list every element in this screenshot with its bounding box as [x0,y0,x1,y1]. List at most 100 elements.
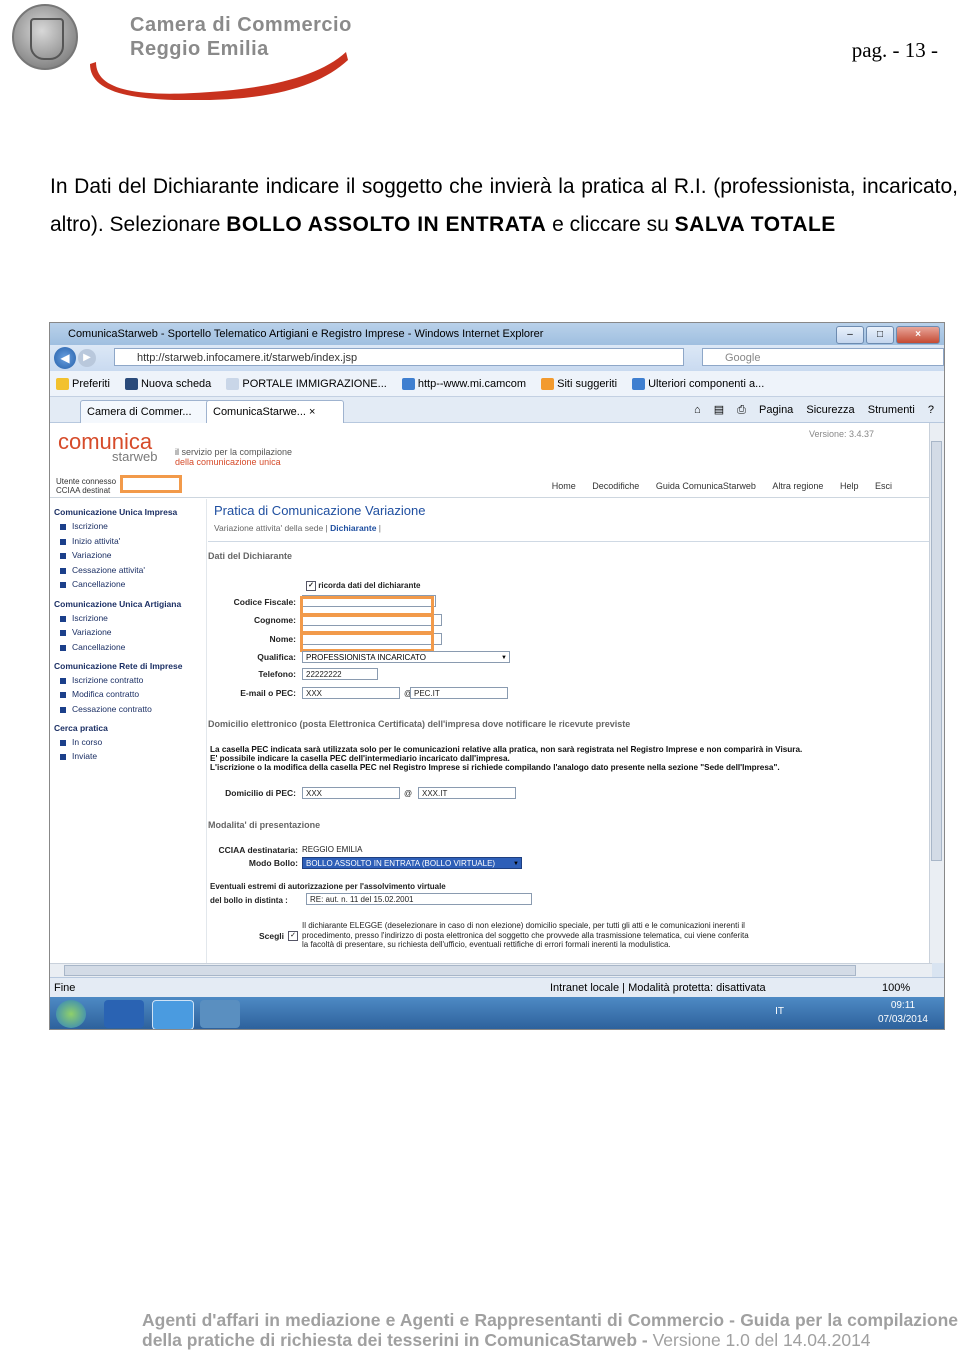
horizontal-scrollbar[interactable] [50,963,932,978]
sidebar-item-cancellazione[interactable]: Cancellazione [60,579,125,589]
favorite-link-portale[interactable]: PORTALE IMMIGRAZIONE... [226,371,387,397]
vertical-scroll-thumb[interactable] [931,441,942,861]
domicilio-user-input[interactable]: XXX [302,787,400,799]
favorites-bar: Preferiti Nuova scheda PORTALE IMMIGRAZI… [50,371,944,397]
command-bar: ⌂ ▤ ⎙ Pagina Sicurezza Strumenti ? [684,397,934,423]
favorite-label: http--www.mi.camcom [417,378,527,390]
app-sidebar: Comunicazione Unica Impresa Iscrizione I… [50,499,207,963]
email-user-input[interactable]: XXX [302,687,400,699]
word-icon[interactable] [104,1000,144,1028]
scegli-label: Scegli [258,931,284,941]
nav-home[interactable]: Home [552,481,576,491]
window-titlebar: ComunicaStarweb - Sportello Telematico A… [50,323,944,345]
domicilio-domain-input[interactable]: XXX.IT [418,787,516,799]
ricorda-row: ✓ ricorda dati del dichiarante [306,581,420,591]
language-indicator[interactable]: IT [775,1006,784,1017]
close-button[interactable]: × [896,326,940,344]
sidebar-item-cancellazione-art[interactable]: Cancellazione [60,642,125,652]
sidebar-item-variazione[interactable]: Variazione [60,550,112,560]
elegge-line-2: procedimento, presso l'indirizzo di post… [302,931,749,940]
search-input[interactable]: Google [702,348,944,366]
tab-camera[interactable]: Camera di Commer... [80,400,216,423]
ricorda-label: ricorda dati del dichiarante [318,581,421,591]
clock-date: 07/03/2014 [877,1014,928,1025]
start-button[interactable] [56,1000,86,1028]
sidebar-item-cessazione-contratto[interactable]: Cessazione contratto [60,704,152,714]
bollo-select[interactable]: BOLLO ASSOLTO IN ENTRATA (BOLLO VIRTUALE… [302,857,522,870]
section-modalita: Modalita' di presentazione [208,820,321,830]
zoom-level[interactable]: 100% [882,978,910,998]
redaction-box-user [120,475,182,493]
sidebar-group-impresa: Comunicazione Unica Impresa [54,507,178,517]
sidebar-item-iscrizione[interactable]: Iscrizione [60,521,108,531]
ie-icon [401,378,415,391]
url-input[interactable]: http://starweb.infocamere.it/starweb/ind… [114,348,684,366]
horizontal-scroll-thumb[interactable] [64,965,856,976]
minimize-button[interactable]: – [836,326,864,344]
nav-help[interactable]: Help [840,481,859,491]
nav-esci[interactable]: Esci [875,481,892,491]
favorite-label: Ulteriori componenti a... [648,378,765,390]
maximize-button[interactable]: □ [866,326,894,344]
qualifica-select[interactable]: PROFESSIONISTA INCARICATO [302,651,510,664]
nav-decodifiche[interactable]: Decodifiche [592,481,639,491]
telefono-input[interactable]: 22222222 [302,668,378,680]
sidebar-item-inviate[interactable]: Inviate [60,751,97,761]
forward-arrow-icon[interactable]: ▶ [78,349,96,367]
sidebar-item-cessazione[interactable]: Cessazione attivita' [60,565,145,575]
tools-menu[interactable]: Strumenti [868,397,915,423]
header-divider [50,497,932,498]
page-icon [226,378,240,391]
favorite-link-new-tab[interactable]: Nuova scheda [124,371,212,397]
intro-paragraph: In Dati del Dichiarante indicare il sogg… [50,168,958,244]
email-domain-input[interactable]: PEC.IT [410,687,508,699]
estremi-input[interactable]: RE: aut. n. 11 del 15.02.2001 [306,893,532,905]
estremi-line-2: del bollo in distinta : [210,896,288,905]
sidebar-group-artigiana: Comunicazione Unica Artigiana [54,599,182,609]
feeds-icon[interactable]: ▤ [714,397,724,423]
breadcrumb-item[interactable]: Variazione attivita' della sede | [214,523,330,533]
app-top-nav: Home Decodifiche Guida ComunicaStarweb A… [538,481,892,491]
nav-guida[interactable]: Guida ComunicaStarweb [656,481,756,491]
app-tagline-2: della comunicazione unica [175,457,281,467]
vertical-scrollbar[interactable] [929,423,944,963]
outlook-icon[interactable] [200,1000,240,1028]
tab-comunica[interactable]: ComunicaStarwe... × [206,400,344,423]
section-dichiarante: Dati del Dichiarante [208,551,293,561]
intro-bold-salva: SALVA TOTALE [674,213,836,236]
sidebar-item-inizio[interactable]: Inizio attivita' [60,536,120,546]
safety-menu[interactable]: Sicurezza [806,397,854,423]
favorites-button[interactable]: Preferiti [56,371,110,397]
favorite-link-camcom[interactable]: http--www.mi.camcom [401,371,527,397]
tab-bar: Camera di Commer... ComunicaStarwe... × … [50,397,944,423]
home-icon[interactable]: ⌂ [694,397,701,423]
web-page: comunica starweb il servizio per la comp… [50,423,932,963]
browser-screenshot: ComunicaStarweb - Sportello Telematico A… [49,322,945,1030]
redaction-box-nome [300,632,434,652]
elegge-line-1: Il dichiarante ELEGGE (deselezionare in … [302,921,745,930]
sidebar-item-modifica-contratto[interactable]: Modifica contratto [60,689,139,699]
cognome-label: Cognome: [253,615,296,625]
intro-text-2: e cliccare su [546,213,675,236]
redaction-box-cognome [300,614,434,634]
ie-icon[interactable] [152,1000,194,1029]
sidebar-item-in-corso[interactable]: In corso [60,737,102,747]
ricorda-checkbox[interactable]: ✓ [306,581,316,591]
elegge-checkbox[interactable]: ✓ [288,931,298,941]
pec-note-3: L'iscrizione o la modifica della casella… [210,763,780,772]
favorite-link-suggested[interactable]: Siti suggeriti [541,371,617,397]
breadcrumb-current: Dichiarante [330,523,377,533]
nav-altra-regione[interactable]: Altra regione [772,481,823,491]
sidebar-item-variazione-art[interactable]: Variazione [60,627,112,637]
sidebar-item-iscrizione-contratto[interactable]: Iscrizione contratto [60,675,143,685]
print-icon[interactable]: ⎙ [737,397,746,423]
help-icon[interactable]: ? [928,397,934,423]
back-arrow-icon[interactable]: ◀ [54,347,76,369]
qualifica-label: Qualifica: [257,652,296,662]
sidebar-item-iscrizione-art[interactable]: Iscrizione [60,613,108,623]
page-breadcrumb: Variazione attivita' della sede | Dichia… [214,523,381,533]
favorite-link-addons[interactable]: Ulteriori componenti a... [632,371,764,397]
page-number: pag. - 13 - [851,38,938,62]
favorite-label: Nuova scheda [140,378,212,390]
page-menu[interactable]: Pagina [759,397,793,423]
